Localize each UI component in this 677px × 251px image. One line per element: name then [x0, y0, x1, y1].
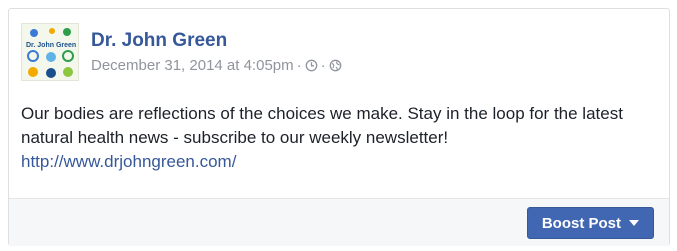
boost-post-button[interactable]: Boost Post [526, 207, 654, 239]
post-card: Dr. John Green Dr. John Green December 3… [8, 8, 670, 246]
globe-icon[interactable] [329, 59, 342, 72]
post-link[interactable]: http://www.drjohngreen.com/ [21, 150, 666, 174]
author-name[interactable]: Dr. John Green [91, 30, 227, 52]
caret-down-icon [629, 220, 639, 226]
post-message: Our bodies are reflections of the choice… [21, 104, 623, 147]
post-text: Our bodies are reflections of the choice… [21, 102, 666, 174]
boost-post-label: Boost Post [541, 214, 621, 232]
post-meta: December 31, 2014 at 4:05pm · · [91, 57, 342, 74]
clock-icon [305, 59, 317, 72]
post-timestamp[interactable]: December 31, 2014 at 4:05pm [91, 57, 294, 74]
avatar[interactable]: Dr. John Green [21, 23, 79, 81]
meta-separator: · [296, 57, 302, 74]
post-header: Dr. John Green Dr. John Green December 3… [21, 23, 621, 83]
meta-separator: · [320, 57, 326, 74]
avatar-brand-text: Dr. John Green [26, 42, 76, 49]
avatar-logo-icon: Dr. John Green [26, 28, 76, 78]
